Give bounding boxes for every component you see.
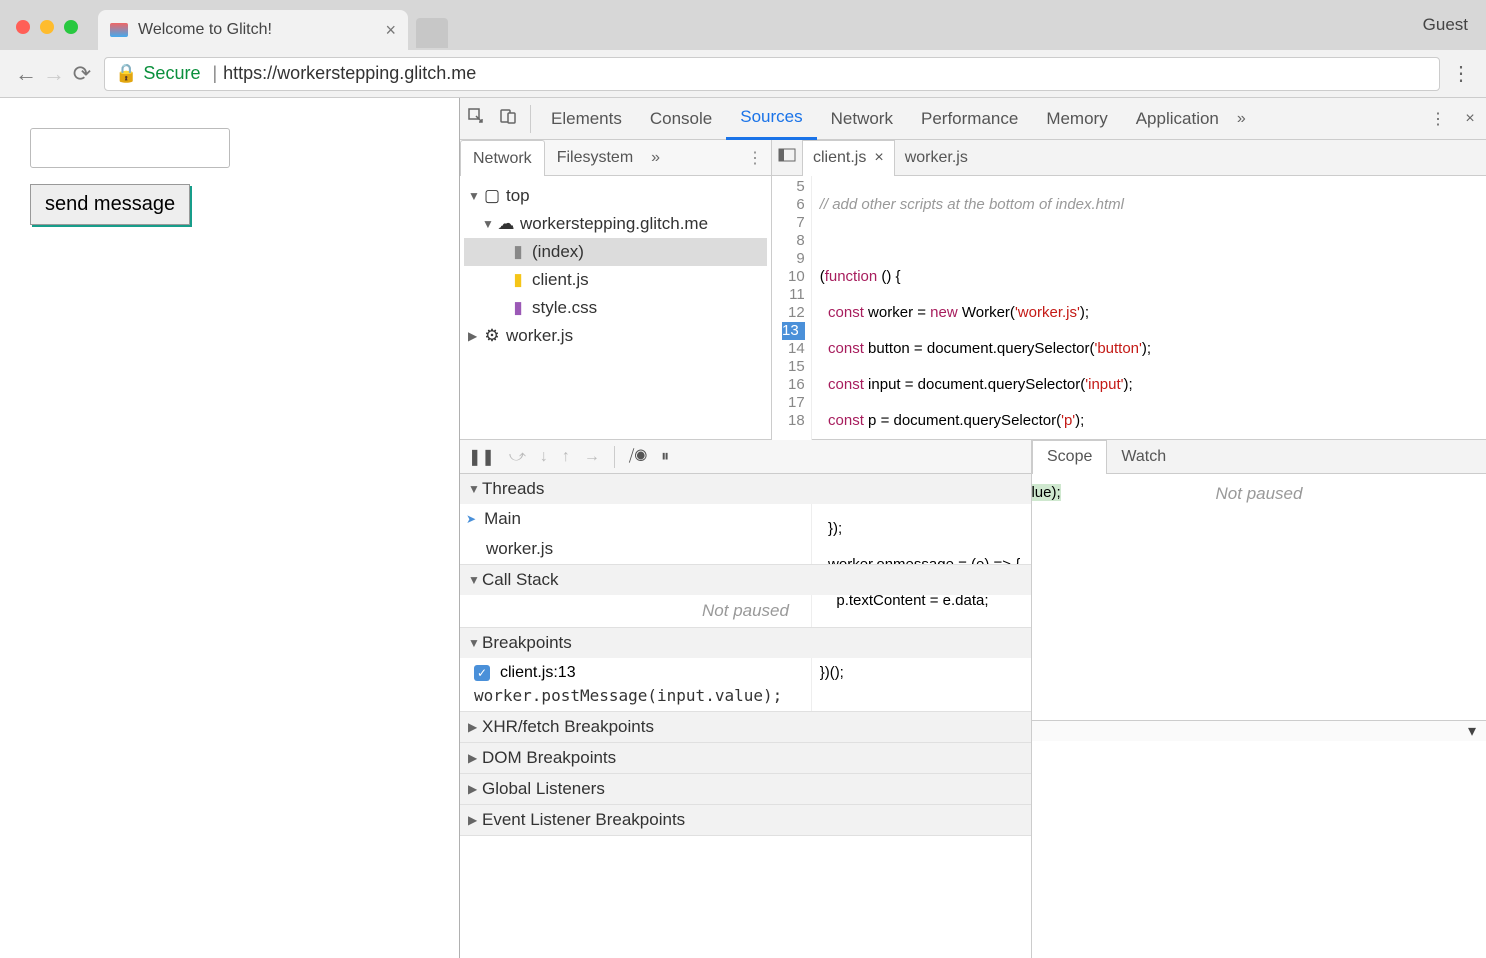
message-input[interactable]	[30, 128, 230, 168]
close-icon[interactable]: ×	[874, 149, 883, 167]
tab-sources[interactable]: Sources	[726, 98, 816, 140]
sources-navigator: Network Filesystem » ⋮ ▼▢top ▼☁workerste…	[460, 140, 772, 439]
scope-tab[interactable]: Scope	[1032, 440, 1107, 474]
nav-more-button[interactable]: »	[651, 149, 660, 167]
scope-pane: Scope Watch Not paused	[1032, 440, 1486, 958]
browser-toolbar: ← → ⟳ 🔒 Secure | https://workerstepping.…	[0, 50, 1486, 98]
step-over-button: ⤻	[509, 448, 526, 466]
devtools-menu-button[interactable]: ⋮	[1422, 109, 1454, 129]
step-out-button: ↑	[562, 448, 570, 466]
tab-elements[interactable]: Elements	[537, 98, 636, 140]
deactivate-breakpoints-button[interactable]: ⧸◉	[629, 448, 647, 466]
tree-worker[interactable]: ▶⚙worker.js	[464, 322, 767, 350]
minimize-window-button[interactable]	[40, 20, 54, 34]
code-editor: client.js× worker.js 5678910111213141516…	[772, 140, 1486, 439]
debugger-pane: ❚❚ ⤻ ↓ ↑ → ⧸◉ ⏸ ▼Threads Main worker.js	[460, 440, 1032, 958]
tab-console[interactable]: Console	[636, 98, 726, 140]
pause-button[interactable]: ❚❚	[468, 447, 495, 467]
editor-tab-clientjs[interactable]: client.js×	[802, 140, 895, 176]
maximize-window-button[interactable]	[64, 20, 78, 34]
tree-domain[interactable]: ▼☁workerstepping.glitch.me	[464, 210, 767, 238]
close-window-button[interactable]	[16, 20, 30, 34]
show-navigator-icon[interactable]	[772, 148, 802, 167]
nav-tab-filesystem[interactable]: Filesystem	[545, 140, 645, 176]
new-tab-button[interactable]	[416, 18, 448, 48]
global-listeners-header[interactable]: ▶Global Listeners	[460, 774, 1031, 804]
breakpoint-itemit_clientjs13[interactable]: ✓client.js:13 worker.postMessage(input.v…	[460, 658, 1031, 711]
tab-title: Welcome to Glitch!	[138, 21, 272, 39]
more-tabs-button[interactable]: »	[1237, 110, 1246, 128]
threads-header[interactable]: ▼Threads	[460, 474, 1031, 504]
profile-label[interactable]: Guest	[1423, 15, 1468, 35]
close-devtools-button[interactable]: ×	[1454, 110, 1486, 128]
breakpoint-marker[interactable]: 13	[782, 322, 805, 340]
pause-exceptions-button[interactable]: ⏸	[661, 448, 669, 466]
browser-menu-button[interactable]: ⋮	[1448, 61, 1474, 86]
thread-main[interactable]: Main	[460, 504, 1031, 534]
nav-tab-network[interactable]: Network	[460, 140, 545, 176]
file-tree: ▼▢top ▼☁workerstepping.glitch.me ▮(index…	[460, 176, 771, 356]
tab-application[interactable]: Application	[1122, 98, 1233, 140]
event-listener-breakpoints-header[interactable]: ▶Event Listener Breakpoints	[460, 805, 1031, 835]
callstack-section: ▼Call Stack Not paused	[460, 565, 1031, 628]
callstack-header[interactable]: ▼Call Stack	[460, 565, 1031, 595]
tree-file-index[interactable]: ▮(index)	[464, 238, 767, 266]
nav-menu-button[interactable]: ⋮	[747, 148, 763, 168]
back-button[interactable]: ←	[12, 61, 40, 87]
breakpoints-section: ▼Breakpoints ✓client.js:13 worker.postMe…	[460, 628, 1031, 712]
send-message-button[interactable]: send message	[30, 184, 190, 225]
scope-empty: Not paused	[1032, 474, 1486, 514]
forward-button: →	[40, 61, 68, 87]
traffic-lights	[16, 20, 78, 34]
breakpoints-header[interactable]: ▼Breakpoints	[460, 628, 1031, 658]
devtools-tabs: Elements Console Sources Network Perform…	[460, 98, 1486, 140]
url-text: https://workerstepping.glitch.me	[223, 63, 476, 84]
secure-label: Secure	[143, 63, 200, 84]
page-content: send message	[0, 98, 460, 958]
dom-breakpoints-header[interactable]: ▶DOM Breakpoints	[460, 743, 1031, 773]
browser-tab[interactable]: Welcome to Glitch! ×	[98, 10, 408, 50]
callstack-empty: Not paused	[460, 595, 1031, 627]
address-bar[interactable]: 🔒 Secure | https://workerstepping.glitch…	[104, 57, 1440, 91]
breakpoint-checkbox[interactable]: ✓	[474, 665, 490, 681]
tab-performance[interactable]: Performance	[907, 98, 1032, 140]
editor-tab-workerjs[interactable]: worker.js	[895, 140, 978, 176]
favicon-icon	[110, 23, 128, 37]
tab-network[interactable]: Network	[817, 98, 907, 140]
lock-icon: 🔒	[115, 63, 137, 84]
device-icon[interactable]	[492, 107, 524, 130]
tab-memory[interactable]: Memory	[1032, 98, 1121, 140]
tree-file-stylecss[interactable]: ▮style.css	[464, 294, 767, 322]
window-titlebar: Welcome to Glitch! × Guest	[0, 0, 1486, 50]
debugger-toolbar: ❚❚ ⤻ ↓ ↑ → ⧸◉ ⏸	[460, 440, 1031, 474]
reload-button[interactable]: ⟳	[68, 61, 96, 87]
inspect-icon[interactable]	[460, 107, 492, 130]
step-button: →	[584, 448, 600, 466]
tree-file-clientjs[interactable]: ▮client.js	[464, 266, 767, 294]
thread-worker[interactable]: worker.js	[460, 534, 1031, 564]
watch-tab[interactable]: Watch	[1107, 440, 1180, 474]
xhr-breakpoints-header[interactable]: ▶XHR/fetch Breakpoints	[460, 712, 1031, 742]
tree-top[interactable]: ▼▢top	[464, 182, 767, 210]
close-tab-button[interactable]: ×	[385, 20, 396, 41]
devtools-panel: Elements Console Sources Network Perform…	[460, 98, 1486, 958]
separator: |	[212, 63, 217, 84]
threads-section: ▼Threads Main worker.js	[460, 474, 1031, 565]
step-into-button: ↓	[540, 448, 548, 466]
